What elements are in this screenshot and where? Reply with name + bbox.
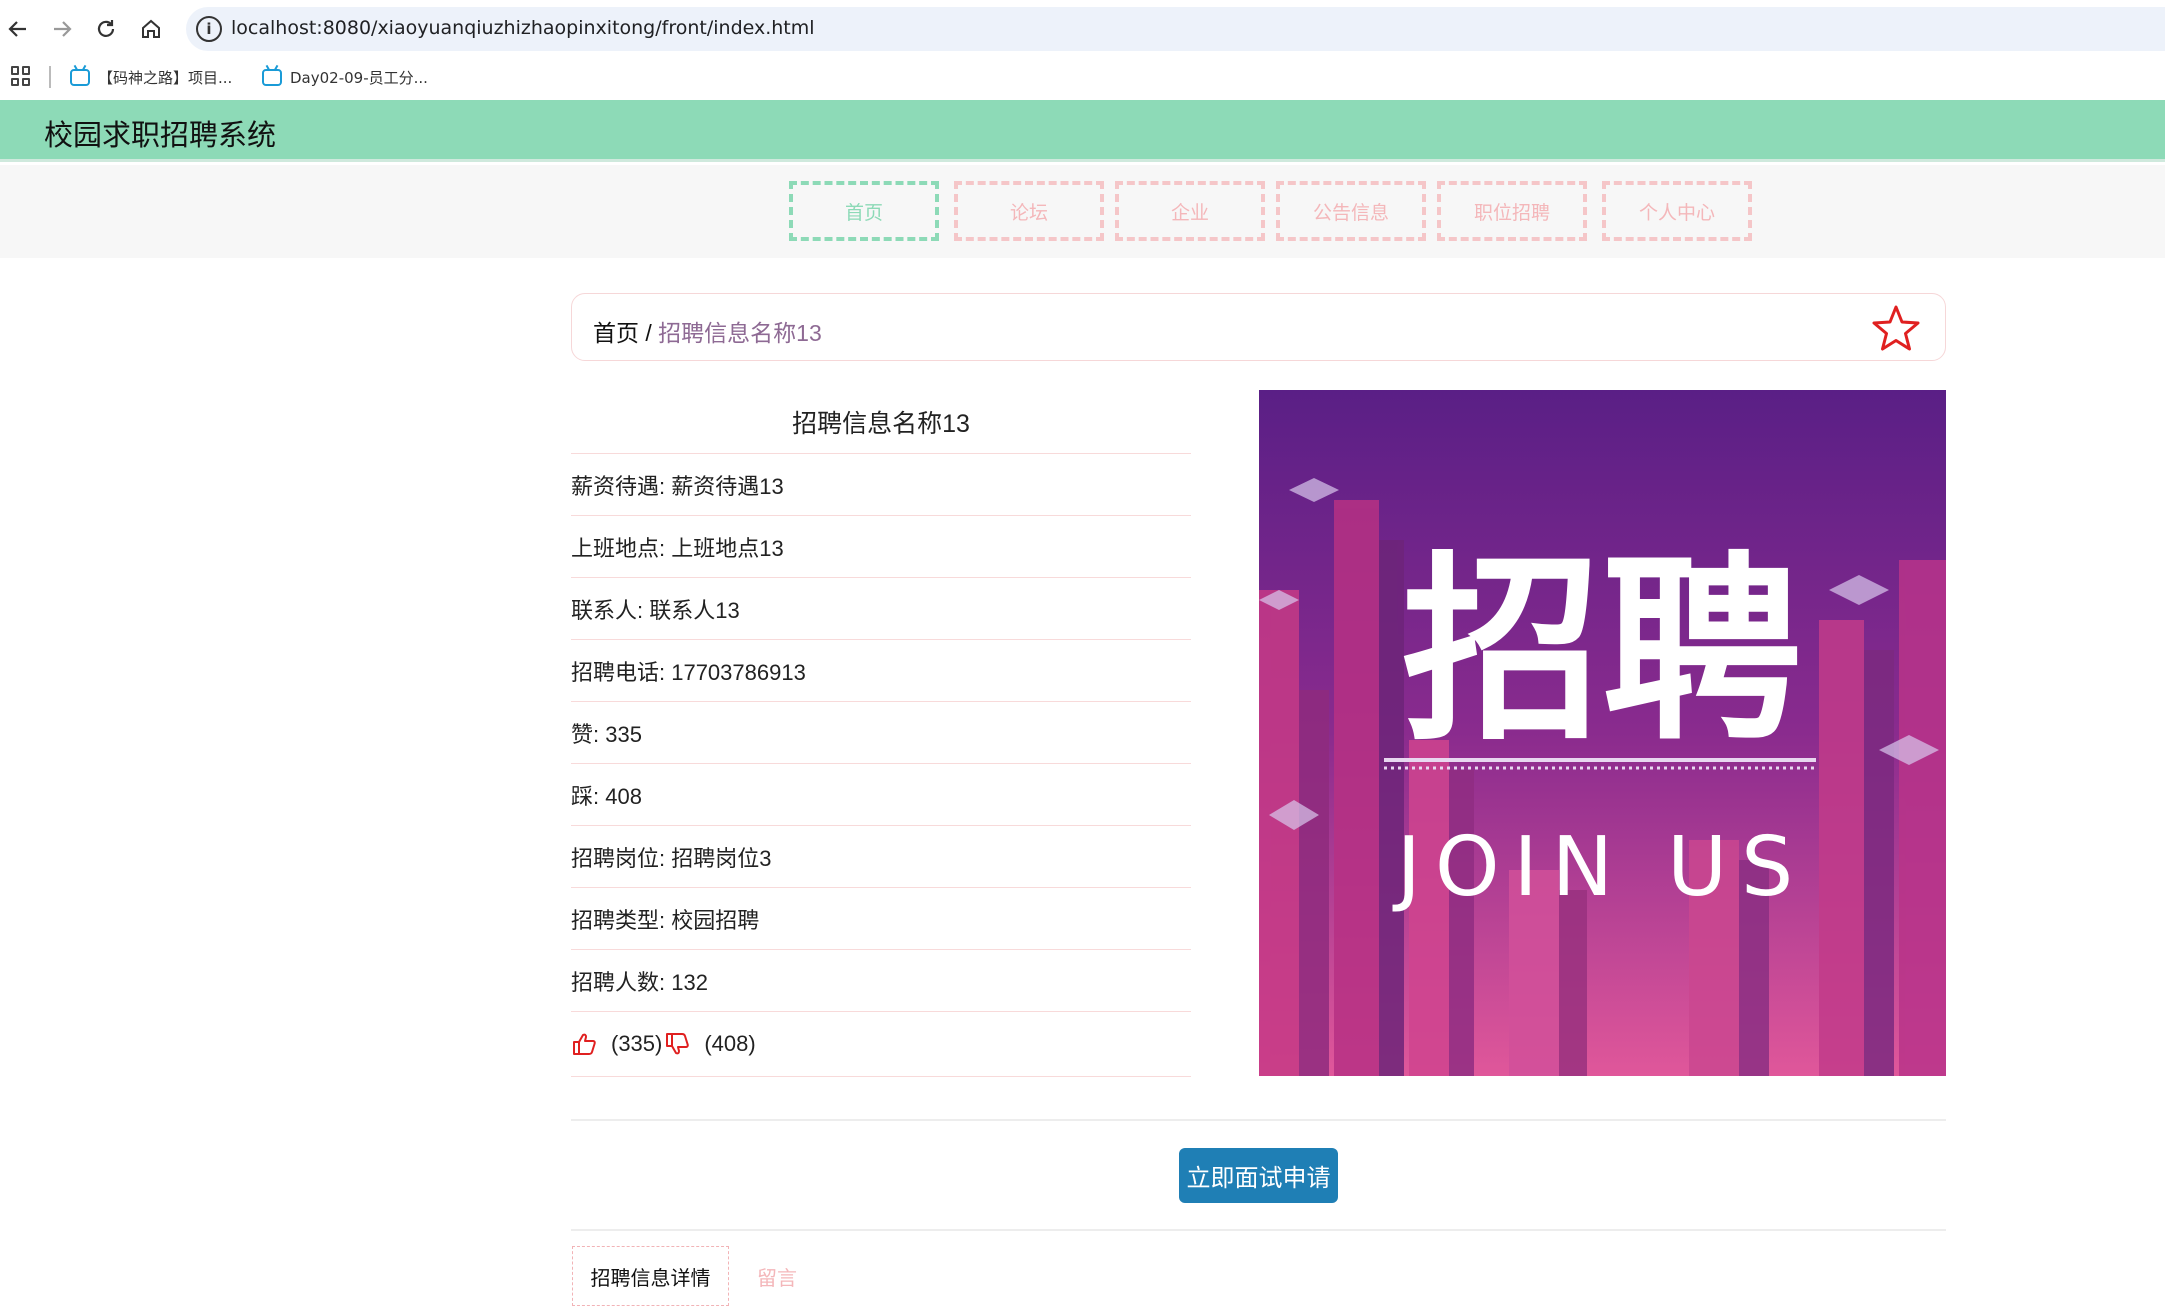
poster-subline: JOIN US [1392, 820, 1807, 915]
breadcrumb-separator: / [639, 320, 659, 346]
address-bar[interactable]: i localhost:8080/xiaoyuanqiuzhizhaopinxi… [186, 7, 2165, 51]
breadcrumb: 首页 / 招聘信息名称13 [571, 293, 1946, 361]
field-type: 招聘类型: 校园招聘 [571, 887, 1191, 949]
like-count: (335) [611, 1031, 663, 1056]
bilibili-icon [262, 68, 282, 86]
bookmark-item[interactable]: Day02-09-员工分... [262, 64, 428, 90]
tab-job-details[interactable]: 招聘信息详情 [572, 1246, 729, 1306]
back-arrow-icon[interactable] [3, 14, 33, 44]
apply-interview-button[interactable]: 立即面试申请 [1179, 1148, 1338, 1203]
tab-comments[interactable]: 留言 [732, 1246, 822, 1306]
like-control[interactable]: (335) [571, 1031, 662, 1057]
apps-grid-icon[interactable] [11, 66, 31, 86]
nav-item-jobs[interactable]: 职位招聘 [1437, 181, 1587, 241]
reload-icon[interactable] [91, 14, 121, 44]
forward-arrow-icon[interactable] [47, 14, 77, 44]
job-poster-image: 招聘 JOIN US [1259, 390, 1946, 1076]
bookmark-label: 【码神之路】项目... [98, 68, 233, 87]
field-position: 招聘岗位: 招聘岗位3 [571, 825, 1191, 887]
nav-item-company[interactable]: 企业 [1115, 181, 1265, 241]
field-location: 上班地点: 上班地点13 [571, 515, 1191, 577]
field-contact: 联系人: 联系人13 [571, 577, 1191, 639]
bookmark-item[interactable]: 【码神之路】项目... [70, 64, 232, 90]
field-phone: 招聘电话: 17703786913 [571, 639, 1191, 701]
bookmark-label: Day02-09-员工分... [290, 68, 428, 87]
field-headcount: 招聘人数: 132 [571, 949, 1191, 1011]
browser-toolbar: i localhost:8080/xiaoyuanqiuzhizhaopinxi… [0, 0, 2165, 58]
breadcrumb-text: 首页 / 招聘信息名称13 [593, 314, 822, 348]
dislike-control[interactable]: (408) [664, 1031, 756, 1057]
nav-item-home[interactable]: 首页 [789, 181, 939, 241]
field-likes: 赞: 335 [571, 701, 1191, 763]
section-divider [571, 1229, 1946, 1231]
site-title: 校园求职招聘系统 [44, 120, 277, 152]
breadcrumb-current: 招聘信息名称13 [658, 320, 822, 346]
thumbs-down-icon[interactable] [664, 1031, 690, 1057]
nav-item-profile[interactable]: 个人中心 [1602, 181, 1752, 241]
bookmarks-separator [49, 66, 51, 88]
url-text: localhost:8080/xiaoyuanqiuzhizhaopinxito… [231, 17, 815, 39]
dislike-count: (408) [704, 1031, 756, 1056]
main-nav: 首页 论坛 企业 公告信息 职位招聘 个人中心 [0, 165, 2165, 258]
section-divider [571, 1119, 1946, 1121]
bilibili-icon [70, 68, 90, 86]
home-icon[interactable] [136, 14, 166, 44]
nav-item-notice[interactable]: 公告信息 [1276, 181, 1426, 241]
star-outline-icon[interactable] [1871, 304, 1921, 352]
nav-item-forum[interactable]: 论坛 [954, 181, 1104, 241]
breadcrumb-home[interactable]: 首页 [593, 320, 639, 346]
info-icon[interactable]: i [196, 16, 222, 42]
poster-headline: 招聘 [1402, 535, 1802, 768]
thumbs-up-icon[interactable] [571, 1031, 597, 1057]
vote-row: (335) (408) [571, 1011, 1191, 1077]
job-title: 招聘信息名称13 [792, 410, 970, 438]
field-salary: 薪资待遇: 薪资待遇13 [571, 453, 1191, 515]
field-dislikes: 踩: 408 [571, 763, 1191, 825]
site-header: 校园求职招聘系统 [0, 100, 2165, 162]
